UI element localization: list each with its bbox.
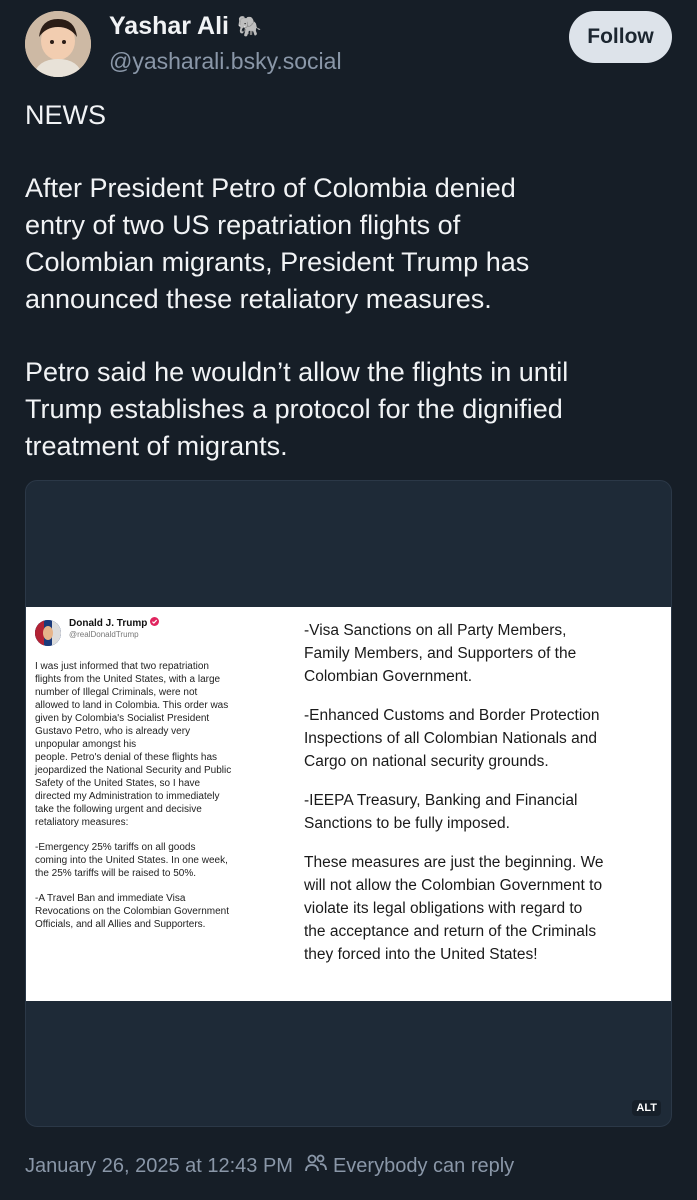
post-paragraph: NEWS [25,100,106,130]
screenshot-paragraph: -Enhanced Customs and Border Protection … [304,707,600,770]
screenshot-right-column: -Visa Sanctions on all Party Members, Fa… [304,619,664,982]
reply-setting[interactable]: Everybody can reply [305,1153,514,1179]
post-paragraph: Petro said he wouldn’t allow the flights… [25,357,569,461]
elephant-emoji-icon: 🐘 [236,16,262,38]
screenshot-left-column: Donald J. Trump @realDonaldTrump I was j… [35,617,283,943]
post-paragraph: After President Petro of Colombia denied… [25,173,530,314]
image-embed[interactable]: Donald J. Trump @realDonaldTrump I was j… [25,480,672,1127]
post-timestamp[interactable]: January 26, 2025 at 12:43 PM [25,1155,293,1178]
author-display-name[interactable]: Yashar Ali 🐘 [109,12,262,41]
follow-button[interactable]: Follow [569,11,672,63]
author-avatar[interactable] [25,11,91,77]
screenshot-paragraph: These measures are just the beginning. W… [304,854,604,963]
screenshot-paragraph: -IEEPA Treasury, Banking and Financial S… [304,792,578,832]
screenshot-paragraph: I was just informed that two repatriatio… [35,661,232,828]
screenshot-author-name: Donald J. Trump [69,617,160,629]
verified-badge-icon [150,617,160,629]
screenshot-paragraph: -Emergency 25% tariffs on all goods comi… [35,842,228,879]
screenshot-paragraph: -Visa Sanctions on all Party Members, Fa… [304,622,577,685]
post-footer: January 26, 2025 at 12:43 PM Everybody c… [25,1153,514,1179]
screenshot-left-body: I was just informed that two repatriatio… [35,660,283,931]
author-handle[interactable]: @yasharali.bsky.social [109,48,342,75]
screenshot-paragraph: -A Travel Ban and immediate Visa Revocat… [35,893,229,930]
people-icon [305,1153,327,1179]
screenshot-header: Donald J. Trump @realDonaldTrump [35,617,283,646]
display-name-text: Yashar Ali [109,12,229,40]
screenshot-author-handle: @realDonaldTrump [69,630,139,639]
reply-setting-label: Everybody can reply [332,1154,515,1177]
truth-social-screenshot: Donald J. Trump @realDonaldTrump I was j… [26,607,671,1001]
alt-badge[interactable]: ALT [632,1100,661,1116]
screenshot-avatar [35,620,61,646]
post-text: NEWS After President Petro of Colombia d… [25,97,685,501]
